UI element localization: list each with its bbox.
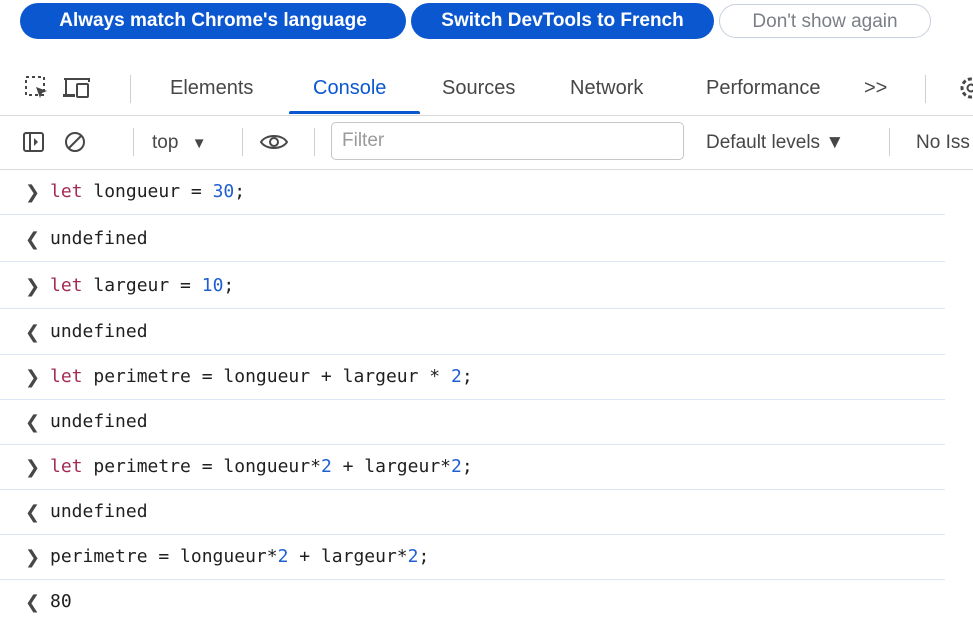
tab-bar-divider [130,75,131,103]
device-toolbar-icon[interactable] [62,75,90,101]
toolbar-divider [242,128,243,156]
dont-show-again-button[interactable]: Don't show again [719,4,931,38]
clear-console-icon[interactable] [63,130,89,156]
context-selector[interactable]: top ▼ [152,116,207,169]
keyword: let [50,456,83,477]
number-literal: 2 [451,456,462,477]
code-text: largeur = [82,275,202,296]
console-result-value: 80 [50,591,72,612]
input-prompt-icon: ❯ [25,457,41,477]
code-text: perimetre = longueur* [82,456,321,477]
live-expression-eye-icon[interactable] [259,130,289,156]
show-sidebar-icon[interactable] [22,130,48,156]
code-text: + largeur* [331,456,451,477]
settings-gear-icon[interactable] [958,75,973,101]
number-literal: 30 [212,181,235,202]
toolbar-divider [314,128,315,156]
console-input-row: ❯ let largeur = 10; [0,264,945,309]
console-input-code: let longueur = 30; [50,170,245,214]
number-literal: 2 [277,546,289,567]
console-input-row: ❯ perimetre = longueur*2 + largeur*2; [0,535,945,580]
number-literal: 10 [201,275,224,296]
tab-console[interactable]: Console [313,61,386,115]
devtools-tab-bar: Elements Console Sources Network Perform… [0,61,973,116]
tab-elements[interactable]: Elements [170,61,253,115]
input-prompt-icon: ❯ [25,547,41,567]
code-text: perimetre = longueur + largeur * [82,366,451,387]
output-arrow-icon: ❮ [25,502,41,522]
console-output-row: ❮ undefined [0,400,945,445]
context-selector-label: top [152,132,179,153]
tab-bar-divider-right [925,75,926,103]
console-input-row: ❯ let perimetre = longueur + largeur * 2… [0,355,945,400]
console-output-row: ❮ undefined [0,490,945,535]
toolbar-divider [889,128,890,156]
console-input-code: let perimetre = longueur + largeur * 2; [50,355,473,399]
always-match-language-button[interactable]: Always match Chrome's language [20,3,406,39]
console-output-value: undefined [50,228,148,249]
number-literal: 2 [320,456,332,477]
console-input-row: ❯ let perimetre = longueur*2 + largeur*2… [0,445,945,490]
code-suffix: ; [461,456,473,477]
number-literal: 2 [407,546,419,567]
number-literal: 2 [450,366,462,387]
keyword: let [50,181,83,202]
code-suffix: ; [234,181,246,202]
code-suffix: ; [223,275,235,296]
input-prompt-icon: ❯ [25,182,41,202]
console-input-code: let perimetre = longueur*2 + largeur*2; [50,445,473,489]
console-output-row: ❮ undefined [0,310,945,355]
console-input-code: let largeur = 10; [50,264,234,308]
output-arrow-icon: ❮ [25,412,41,432]
switch-to-french-button[interactable]: Switch DevTools to French [411,3,714,39]
keyword: let [50,366,83,387]
console-toolbar: top ▼ Default levels ▼ No Iss [0,116,973,170]
console-output-row: ❮ undefined [0,217,945,262]
devtools-window: Always match Chrome's language Switch De… [0,0,973,637]
code-text: perimetre = longueur* [50,546,278,567]
code-suffix: ; [418,546,430,567]
console-input-code: perimetre = longueur*2 + largeur*2; [50,535,429,579]
log-levels-dropdown[interactable]: Default levels ▼ [706,116,844,169]
console-output-value: undefined [50,501,148,522]
active-tab-indicator [289,111,420,114]
code-text: + largeur* [288,546,408,567]
code-suffix: ; [461,366,473,387]
tab-performance[interactable]: Performance [706,61,821,115]
output-arrow-icon: ❮ [25,592,41,612]
toolbar-divider [133,128,134,156]
output-arrow-icon: ❮ [25,229,41,249]
issues-counter[interactable]: No Iss [916,116,970,169]
output-arrow-icon: ❮ [25,322,41,342]
input-prompt-icon: ❯ [25,276,41,296]
more-tabs-button[interactable]: >> [864,61,887,115]
input-prompt-icon: ❯ [25,367,41,387]
keyword: let [50,275,83,296]
console-output-value: undefined [50,321,148,342]
console-output-value: undefined [50,411,148,432]
tab-sources[interactable]: Sources [442,61,515,115]
language-banner: Always match Chrome's language Switch De… [0,0,973,52]
chevron-down-icon: ▼ [191,135,207,152]
tab-network[interactable]: Network [570,61,643,115]
console-result-row: ❮ 80 [0,580,945,624]
code-text: longueur = [82,181,213,202]
filter-input[interactable] [331,122,684,160]
inspect-element-icon[interactable] [24,75,50,101]
console-input-row: ❯ let longueur = 30; [0,170,945,215]
